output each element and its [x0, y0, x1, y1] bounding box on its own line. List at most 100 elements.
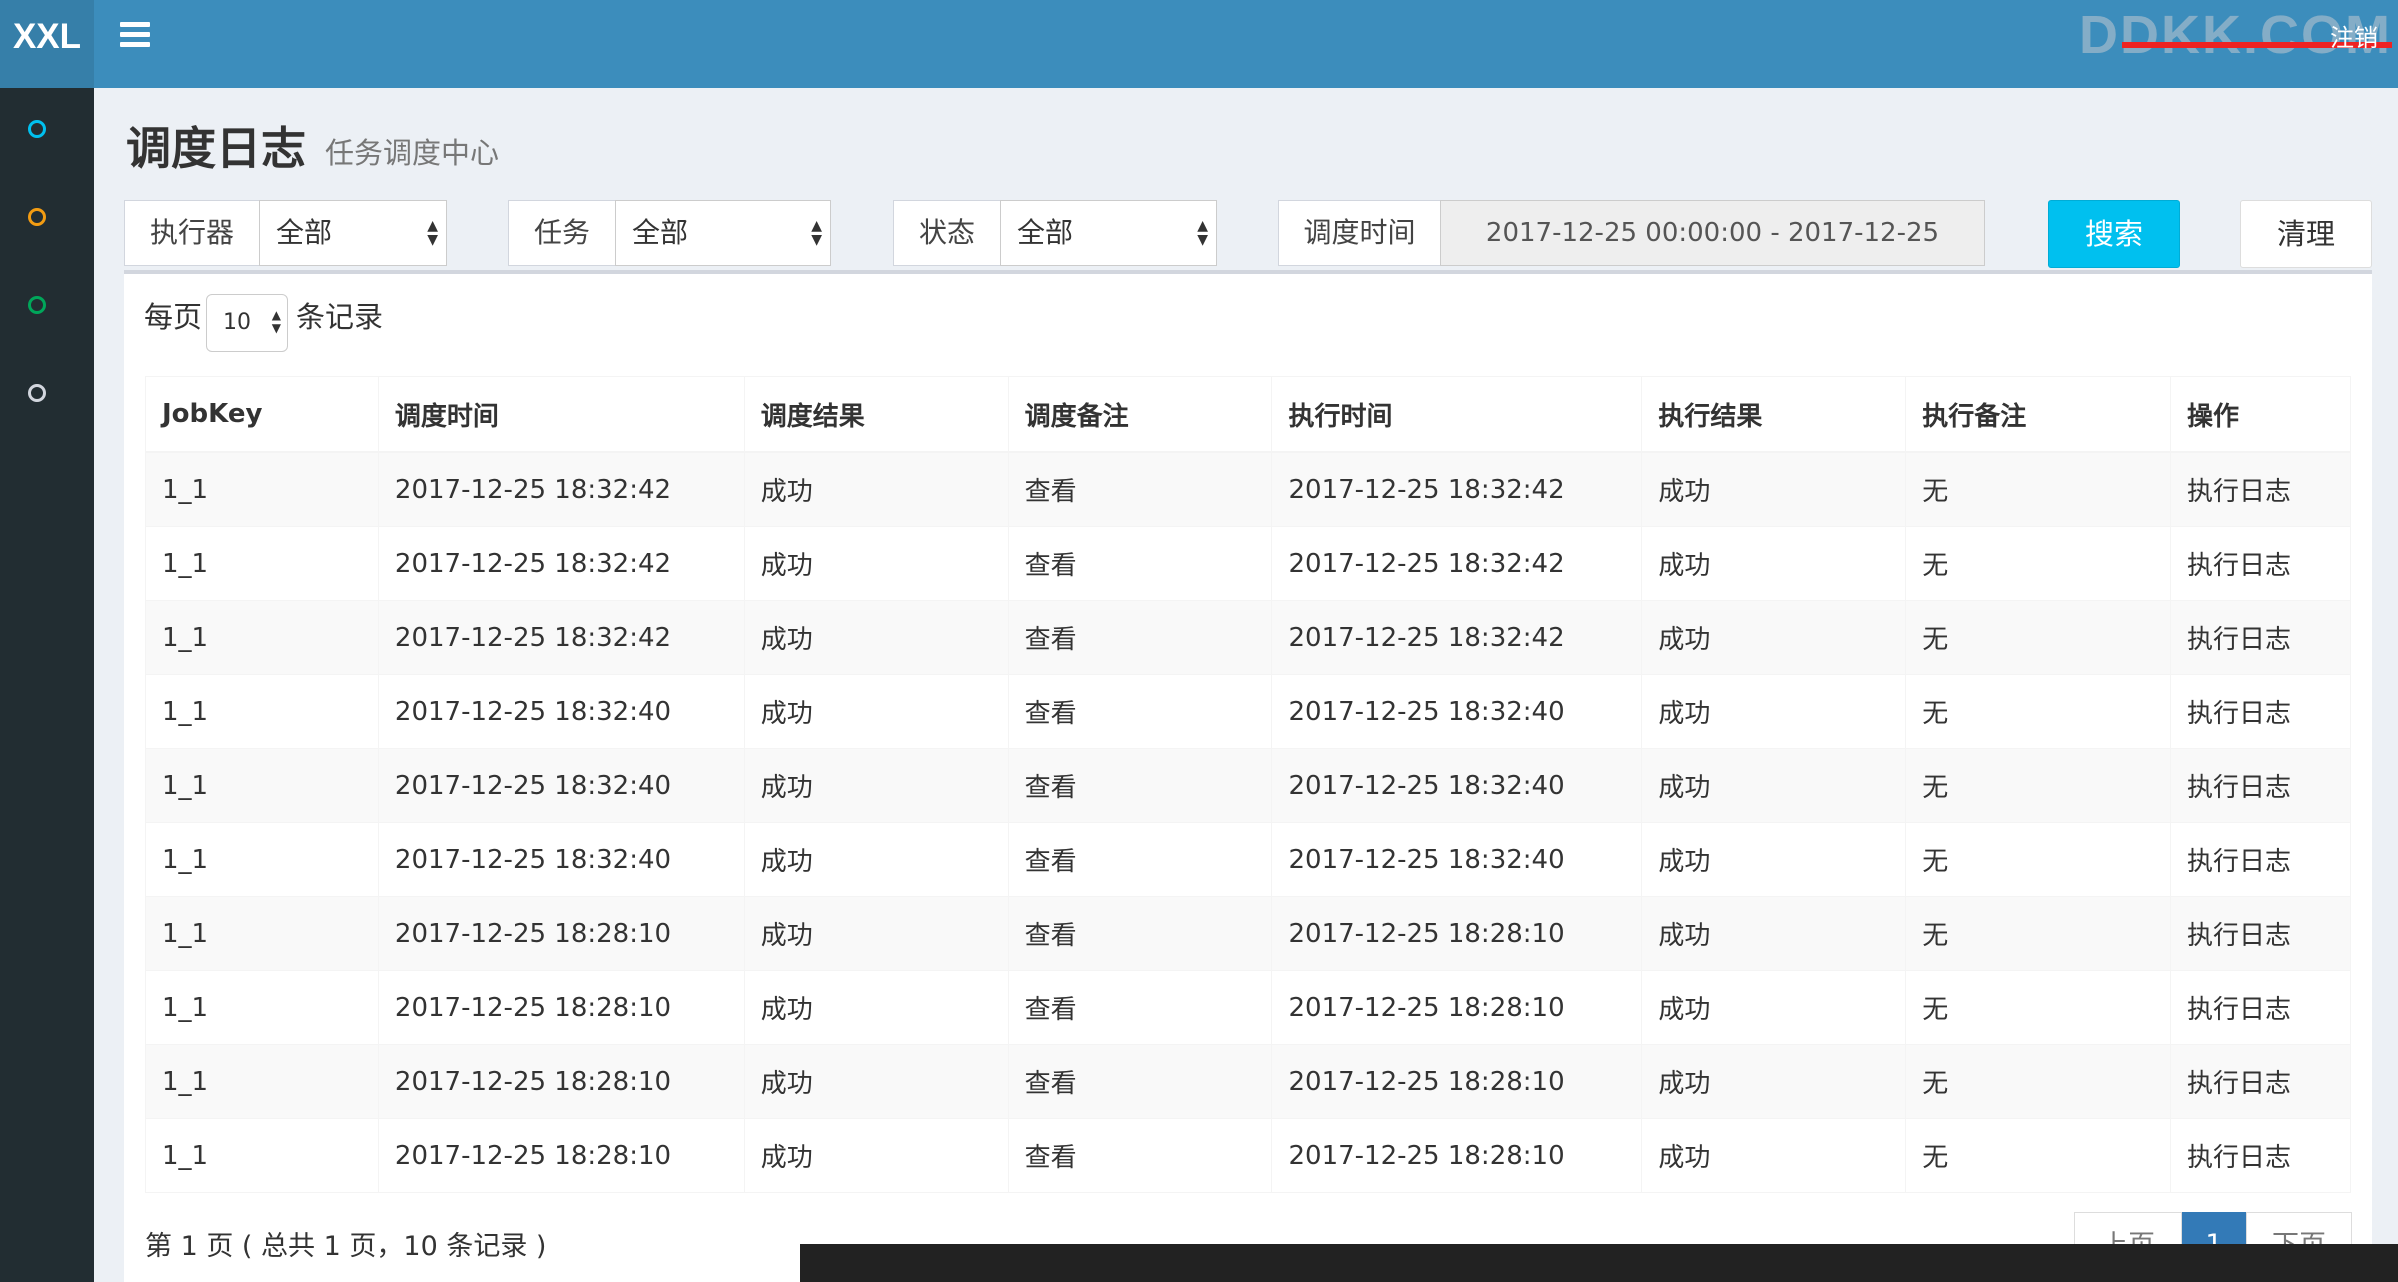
column-header[interactable]: JobKey: [145, 376, 379, 453]
trigger-time-cell: 2017-12-25 18:32:42: [377, 526, 745, 601]
sidebar-item-circle-icon-3[interactable]: [28, 296, 46, 314]
table-row: 1_1 2017-12-25 18:28:10 成功 查看 2017-12-25…: [145, 1044, 2351, 1119]
trigger-result-cell: 成功: [743, 451, 1009, 527]
trigger-time-cell: 2017-12-25 18:28:10: [377, 1118, 745, 1193]
handle-time-cell: 2017-12-25 18:28:10: [1271, 970, 1643, 1045]
exec-log-link[interactable]: 执行日志: [2170, 674, 2351, 749]
executor-select[interactable]: 全部 ▲ ▼: [259, 200, 447, 266]
jobkey-link[interactable]: 1_1: [145, 451, 379, 527]
column-header[interactable]: 调度备注: [1007, 376, 1273, 453]
handle-result-cell: 成功: [1641, 451, 1907, 527]
trigger-result-cell: 成功: [743, 896, 1009, 971]
trigger-result-cell: 成功: [743, 1044, 1009, 1119]
trigger-time-cell: 2017-12-25 18:32:42: [377, 451, 745, 527]
handle-result-cell: 成功: [1641, 1044, 1907, 1119]
table-row: 1_1 2017-12-25 18:32:42 成功 查看 2017-12-25…: [145, 600, 2351, 675]
handle-result-cell: 成功: [1641, 600, 1907, 675]
per-page-value: 10: [223, 310, 251, 335]
trigger-time-cell: 2017-12-25 18:32:42: [377, 600, 745, 675]
exec-log-link[interactable]: 执行日志: [2170, 822, 2351, 897]
column-header[interactable]: 操作: [2170, 376, 2351, 453]
handle-time-cell: 2017-12-25 18:28:10: [1271, 1044, 1643, 1119]
handle-time-cell: 2017-12-25 18:32:40: [1271, 674, 1643, 749]
exec-log-link[interactable]: 执行日志: [2170, 970, 2351, 1045]
trigger-note-link[interactable]: 查看: [1007, 822, 1273, 897]
per-page-prefix: 每页: [144, 300, 203, 334]
logout-link[interactable]: 注销: [2330, 18, 2378, 53]
handle-result-cell: 成功: [1641, 1118, 1907, 1193]
column-header[interactable]: 执行结果: [1641, 376, 1907, 453]
table-row: 1_1 2017-12-25 18:32:40 成功 查看 2017-12-25…: [145, 748, 2351, 823]
exec-log-link[interactable]: 执行日志: [2170, 1118, 2351, 1193]
trigger-note-link[interactable]: 查看: [1007, 1044, 1273, 1119]
jobkey-link[interactable]: 1_1: [145, 822, 379, 897]
table-row: 1_1 2017-12-25 18:32:42 成功 查看 2017-12-25…: [145, 451, 2351, 527]
jobkey-link[interactable]: 1_1: [145, 526, 379, 601]
job-select[interactable]: 全部 ▲ ▼: [615, 200, 831, 266]
trigger-note-link[interactable]: 查看: [1007, 526, 1273, 601]
trigger-note-link[interactable]: 查看: [1007, 674, 1273, 749]
exec-log-link[interactable]: 执行日志: [2170, 896, 2351, 971]
column-header[interactable]: 执行时间: [1271, 376, 1643, 453]
handle-time-cell: 2017-12-25 18:28:10: [1271, 896, 1643, 971]
per-page-suffix: 条记录: [296, 300, 384, 334]
status-select-value: 全部: [1017, 216, 1074, 249]
handle-result-cell: 成功: [1641, 896, 1907, 971]
handle-note-cell: 无: [1905, 451, 2172, 527]
sidebar-item-circle-icon-4[interactable]: [28, 384, 46, 402]
clear-button[interactable]: 清理: [2240, 200, 2372, 268]
handle-note-cell: 无: [1905, 970, 2172, 1045]
job-select-value: 全部: [632, 216, 689, 249]
handle-note-cell: 无: [1905, 1118, 2172, 1193]
column-header[interactable]: 执行备注: [1905, 376, 2172, 453]
handle-result-cell: 成功: [1641, 970, 1907, 1045]
exec-log-link[interactable]: 执行日志: [2170, 526, 2351, 601]
handle-note-cell: 无: [1905, 896, 2172, 971]
jobkey-link[interactable]: 1_1: [145, 896, 379, 971]
exec-log-link[interactable]: 执行日志: [2170, 748, 2351, 823]
trigger-note-link[interactable]: 查看: [1007, 451, 1273, 527]
trigger-note-link[interactable]: 查看: [1007, 748, 1273, 823]
trigger-result-cell: 成功: [743, 822, 1009, 897]
jobkey-link[interactable]: 1_1: [145, 1118, 379, 1193]
bottom-overlay-banner: [800, 1244, 2398, 1282]
exec-log-link[interactable]: 执行日志: [2170, 600, 2351, 675]
table-row: 1_1 2017-12-25 18:28:10 成功 查看 2017-12-25…: [145, 970, 2351, 1045]
column-header[interactable]: 调度结果: [743, 376, 1009, 453]
jobkey-link[interactable]: 1_1: [145, 748, 379, 823]
status-select[interactable]: 全部 ▲ ▼: [1000, 200, 1217, 266]
sidebar: [0, 88, 94, 1282]
jobkey-link[interactable]: 1_1: [145, 674, 379, 749]
column-header[interactable]: 调度时间: [377, 376, 745, 453]
jobkey-link[interactable]: 1_1: [145, 1044, 379, 1119]
trigger-time-label: 调度时间: [1278, 200, 1441, 266]
trigger-note-link[interactable]: 查看: [1007, 600, 1273, 675]
jobkey-link[interactable]: 1_1: [145, 600, 379, 675]
trigger-time-range-input[interactable]: 2017-12-25 00:00:00 - 2017-12-25 23:59:5…: [1440, 200, 1985, 312]
exec-log-link[interactable]: 执行日志: [2170, 451, 2351, 527]
table-row: 1_1 2017-12-25 18:32:42 成功 查看 2017-12-25…: [145, 526, 2351, 601]
handle-time-cell: 2017-12-25 18:32:40: [1271, 748, 1643, 823]
app-logo[interactable]: XXL: [0, 0, 94, 88]
executor-select-value: 全部: [276, 216, 333, 249]
trigger-note-link[interactable]: 查看: [1007, 970, 1273, 1045]
select-arrows-icon: ▲ ▼: [427, 218, 438, 248]
trigger-result-cell: 成功: [743, 600, 1009, 675]
trigger-note-link[interactable]: 查看: [1007, 896, 1273, 971]
per-page-select[interactable]: 10 ▲ ▼: [206, 294, 288, 352]
handle-result-cell: 成功: [1641, 748, 1907, 823]
trigger-note-link[interactable]: 查看: [1007, 1118, 1273, 1193]
handle-time-cell: 2017-12-25 18:32:40: [1271, 822, 1643, 897]
executor-label: 执行器: [124, 200, 260, 266]
exec-log-link[interactable]: 执行日志: [2170, 1044, 2351, 1119]
sidebar-item-circle-icon-2[interactable]: [28, 208, 46, 226]
jobkey-link[interactable]: 1_1: [145, 970, 379, 1045]
sidebar-toggle-icon[interactable]: [120, 22, 150, 50]
handle-time-cell: 2017-12-25 18:32:42: [1271, 600, 1643, 675]
table-header-row: JobKey 调度时间 调度结果 调度备注 执行时间 执行结果 执行备注 操作: [145, 376, 2351, 453]
top-navbar: XXL DDKK.COM 注销: [0, 0, 2398, 88]
trigger-result-cell: 成功: [743, 748, 1009, 823]
search-button[interactable]: 搜索: [2048, 200, 2180, 268]
trigger-time-cell: 2017-12-25 18:28:10: [377, 1044, 745, 1119]
sidebar-item-circle-icon-1[interactable]: [28, 120, 46, 138]
